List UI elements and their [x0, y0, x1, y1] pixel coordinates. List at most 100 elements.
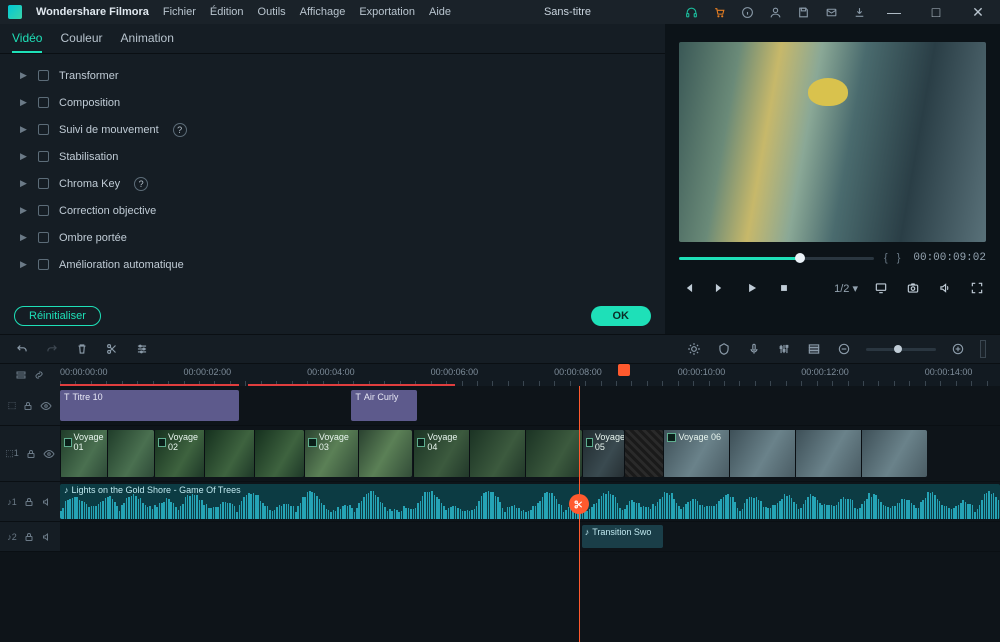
- window-minimize[interactable]: —: [880, 4, 908, 20]
- visibility-icon[interactable]: [40, 400, 52, 412]
- menu-help[interactable]: Aide: [429, 6, 451, 18]
- zoom-in-icon[interactable]: [950, 341, 966, 357]
- track-audio-content[interactable]: ♪Lights on the Gold Shore - Game Of Tree…: [60, 482, 1000, 521]
- prop-correction-objective[interactable]: ▶Correction objective: [0, 197, 665, 224]
- video-clip[interactable]: Voyage 06: [663, 430, 926, 477]
- mail-icon[interactable]: [824, 5, 838, 19]
- prop-composition[interactable]: ▶Composition: [0, 89, 665, 116]
- timeline-ruler[interactable]: 00:00:00:0000:00:02:0000:00:04:0000:00:0…: [60, 364, 1000, 386]
- menu-export[interactable]: Exportation: [359, 6, 415, 18]
- expand-icon[interactable]: ▶: [20, 259, 28, 270]
- menu-tools[interactable]: Outils: [258, 6, 286, 18]
- checkbox[interactable]: [38, 70, 49, 81]
- prop-chroma-key[interactable]: ▶Chroma Key?: [0, 170, 665, 197]
- adjust-icon[interactable]: [134, 341, 150, 357]
- account-icon[interactable]: [768, 5, 782, 19]
- checkbox[interactable]: [38, 232, 49, 243]
- preview-progress-handle[interactable]: [795, 253, 805, 263]
- mute-icon[interactable]: [41, 531, 53, 543]
- zoom-slider[interactable]: [866, 348, 936, 351]
- checkbox[interactable]: [38, 259, 49, 270]
- window-maximize[interactable]: □: [922, 4, 950, 20]
- volume-icon[interactable]: [936, 279, 954, 297]
- playhead[interactable]: [579, 386, 580, 642]
- expand-icon[interactable]: ▶: [20, 70, 28, 81]
- marker-icon[interactable]: [716, 341, 732, 357]
- video-clip[interactable]: Voyage 03: [304, 430, 412, 477]
- zoom-fit-icon[interactable]: [980, 340, 986, 358]
- cart-icon[interactable]: [712, 5, 726, 19]
- visibility-icon[interactable]: [43, 448, 55, 460]
- checkbox[interactable]: [38, 151, 49, 162]
- menu-file[interactable]: Fichier: [163, 6, 196, 18]
- voiceover-icon[interactable]: [746, 341, 762, 357]
- checkbox[interactable]: [38, 97, 49, 108]
- track-title-content[interactable]: TTitre 10 TAir Curly: [60, 386, 1000, 425]
- title-clip[interactable]: TAir Curly: [351, 390, 417, 421]
- playhead-handle[interactable]: [618, 364, 630, 376]
- redo-icon[interactable]: [44, 341, 60, 357]
- download-icon[interactable]: [852, 5, 866, 19]
- video-clip[interactable]: Voyage 04: [413, 430, 582, 477]
- video-clip[interactable]: [624, 430, 663, 477]
- prop-transformer[interactable]: ▶Transformer: [0, 62, 665, 89]
- help-icon[interactable]: ?: [134, 177, 148, 191]
- timeline-options-icon[interactable]: [15, 369, 27, 381]
- display-icon[interactable]: [872, 279, 890, 297]
- play-button[interactable]: [743, 279, 761, 297]
- step-back-button[interactable]: [679, 279, 697, 297]
- step-fwd-button[interactable]: [711, 279, 729, 297]
- expand-icon[interactable]: ▶: [20, 205, 28, 216]
- audio-clip[interactable]: ♪Lights on the Gold Shore - Game Of Tree…: [60, 484, 1000, 519]
- video-clip[interactable]: Voyage 05: [582, 430, 624, 477]
- in-out-braces[interactable]: { }: [884, 252, 903, 264]
- snapshot-icon[interactable]: [904, 279, 922, 297]
- title-clip[interactable]: TTitre 10: [60, 390, 239, 421]
- checkbox[interactable]: [38, 178, 49, 189]
- expand-icon[interactable]: ▶: [20, 97, 28, 108]
- split-icon[interactable]: [104, 341, 120, 357]
- video-clip[interactable]: Voyage 02: [154, 430, 304, 477]
- tab-video[interactable]: Vidéo: [12, 31, 42, 53]
- lock-icon[interactable]: [23, 496, 35, 508]
- transition-clip[interactable]: ♪Transition Swo: [582, 525, 664, 548]
- zoom-out-icon[interactable]: [836, 341, 852, 357]
- tracks-icon[interactable]: [806, 341, 822, 357]
- save-icon[interactable]: [796, 5, 810, 19]
- checkbox[interactable]: [38, 205, 49, 216]
- checkbox[interactable]: [38, 124, 49, 135]
- undo-icon[interactable]: [14, 341, 30, 357]
- info-icon[interactable]: [740, 5, 754, 19]
- expand-icon[interactable]: ▶: [20, 232, 28, 243]
- reset-button[interactable]: Réinitialiser: [14, 306, 101, 326]
- video-clip[interactable]: Voyage 01: [60, 430, 154, 477]
- mute-icon[interactable]: [41, 496, 53, 508]
- prop-suivi-de-mouvement[interactable]: ▶Suivi de mouvement?: [0, 116, 665, 143]
- preview-scale[interactable]: 1/2 ▾: [834, 282, 858, 295]
- ok-button[interactable]: OK: [591, 306, 652, 326]
- menu-view[interactable]: Affichage: [300, 6, 346, 18]
- preview-progress[interactable]: [679, 257, 874, 260]
- help-icon[interactable]: ?: [173, 123, 187, 137]
- support-icon[interactable]: [684, 5, 698, 19]
- delete-icon[interactable]: [74, 341, 90, 357]
- fullscreen-icon[interactable]: [968, 279, 986, 297]
- mixer-icon[interactable]: [776, 341, 792, 357]
- prop-amélioration-automatique[interactable]: ▶Amélioration automatique: [0, 251, 665, 278]
- menu-edit[interactable]: Édition: [210, 6, 244, 18]
- render-icon[interactable]: [686, 341, 702, 357]
- prop-stabilisation[interactable]: ▶Stabilisation: [0, 143, 665, 170]
- expand-icon[interactable]: ▶: [20, 178, 28, 189]
- expand-icon[interactable]: ▶: [20, 124, 28, 135]
- playhead-split-icon[interactable]: [569, 494, 589, 514]
- window-close[interactable]: ✕: [964, 4, 992, 21]
- prop-ombre-portée[interactable]: ▶Ombre portée: [0, 224, 665, 251]
- lock-icon[interactable]: [25, 448, 37, 460]
- link-icon[interactable]: [33, 369, 45, 381]
- tab-animation[interactable]: Animation: [121, 31, 174, 53]
- track-transition-content[interactable]: ♪Transition Swo: [60, 522, 1000, 551]
- lock-icon[interactable]: [22, 400, 34, 412]
- zoom-handle[interactable]: [894, 345, 902, 353]
- expand-icon[interactable]: ▶: [20, 151, 28, 162]
- stop-button[interactable]: [775, 279, 793, 297]
